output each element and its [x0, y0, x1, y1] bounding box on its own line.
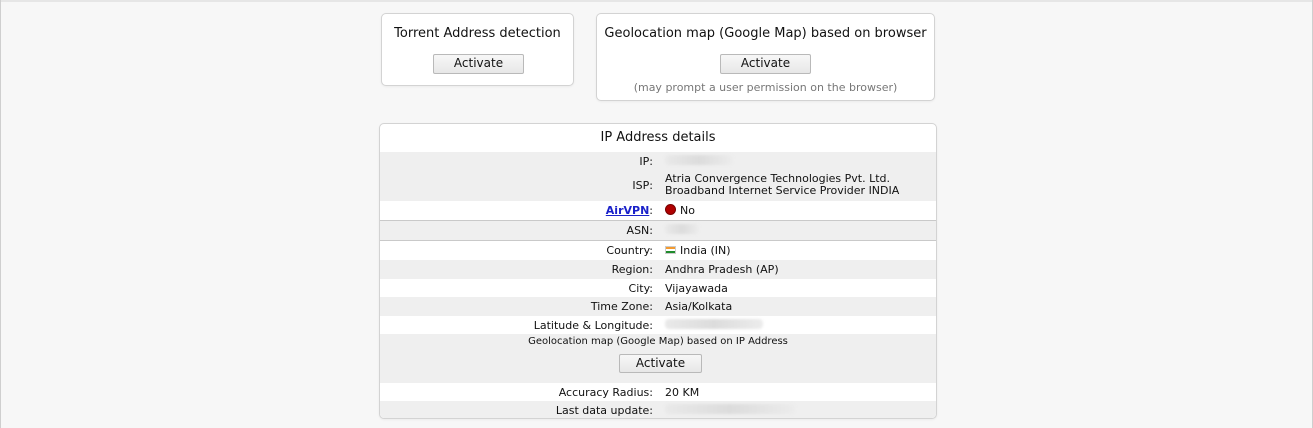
isp-row: ISP: Atria Convergence Technologies Pvt.…: [380, 171, 936, 201]
latlong-value-redacted: [665, 319, 928, 332]
torrent-activate-button[interactable]: Activate: [433, 54, 524, 74]
last-update-row: Last data update:: [380, 401, 936, 418]
geo-ip-label: Geolocation map (Google Map) based on IP…: [528, 336, 788, 347]
country-value: India (IN): [665, 244, 928, 257]
left-border: [0, 0, 1, 428]
torrent-detection-card: Torrent Address detection Activate: [381, 13, 574, 86]
airvpn-link[interactable]: AirVPN: [606, 204, 650, 217]
airvpn-colon: :: [649, 204, 653, 217]
airvpn-row: AirVPN: No: [380, 201, 936, 220]
country-name: India (IN): [680, 244, 731, 257]
airvpn-value: No: [665, 204, 928, 217]
browser-geolocation-activate-button[interactable]: Activate: [720, 54, 811, 74]
city-row: City: Vijayawada: [380, 279, 936, 297]
isp-value: Atria Convergence Technologies Pvt. Ltd.…: [665, 172, 900, 197]
city-value: Vijayawada: [665, 282, 728, 295]
browser-geolocation-card: Geolocation map (Google Map) based on br…: [596, 13, 935, 101]
timezone-value: Asia/Kolkata: [665, 300, 733, 313]
top-border: [0, 0, 1313, 2]
accuracy-row: Accuracy Radius: 20 KM: [380, 383, 936, 401]
accuracy-label: Accuracy Radius:: [558, 386, 653, 399]
region-value: Andhra Pradesh (AP): [665, 263, 779, 276]
browser-permission-hint: (may prompt a user permission on the bro…: [633, 81, 898, 94]
asn-value-redacted: [665, 224, 928, 237]
region-label: Region:: [611, 263, 653, 276]
isp-label: ISP:: [632, 179, 653, 192]
asn-row: ASN:: [380, 221, 936, 240]
city-label: City:: [628, 282, 653, 295]
ip-row: IP:: [380, 152, 936, 171]
country-label: Country:: [606, 244, 653, 257]
latlong-label: Latitude & Longitude:: [533, 319, 653, 332]
last-update-value-redacted: [665, 404, 928, 417]
last-update-label: Last data update:: [555, 404, 653, 417]
status-dot-icon: [665, 204, 676, 215]
timezone-label: Time Zone:: [590, 300, 653, 313]
country-row: Country: India (IN): [380, 241, 936, 260]
ip-details-card: IP Address details IP: ISP: Atria Conver…: [379, 123, 937, 419]
geo-ip-activate-button[interactable]: Activate: [619, 354, 702, 373]
accuracy-value: 20 KM: [665, 386, 700, 399]
asn-label: ASN:: [626, 224, 653, 237]
ip-label: IP:: [639, 155, 653, 168]
region-row: Region: Andhra Pradesh (AP): [380, 260, 936, 279]
timezone-row: Time Zone: Asia/Kolkata: [380, 297, 936, 316]
ip-details-title: IP Address details: [600, 130, 716, 145]
airvpn-label: AirVPN:: [606, 204, 653, 217]
browser-geolocation-title: Geolocation map (Google Map) based on br…: [604, 26, 927, 41]
latlong-row: Latitude & Longitude:: [380, 316, 936, 334]
torrent-detection-title: Torrent Address detection: [394, 26, 561, 41]
ip-value-redacted: [665, 155, 928, 168]
airvpn-status: No: [680, 204, 695, 217]
india-flag-icon: [665, 246, 676, 254]
